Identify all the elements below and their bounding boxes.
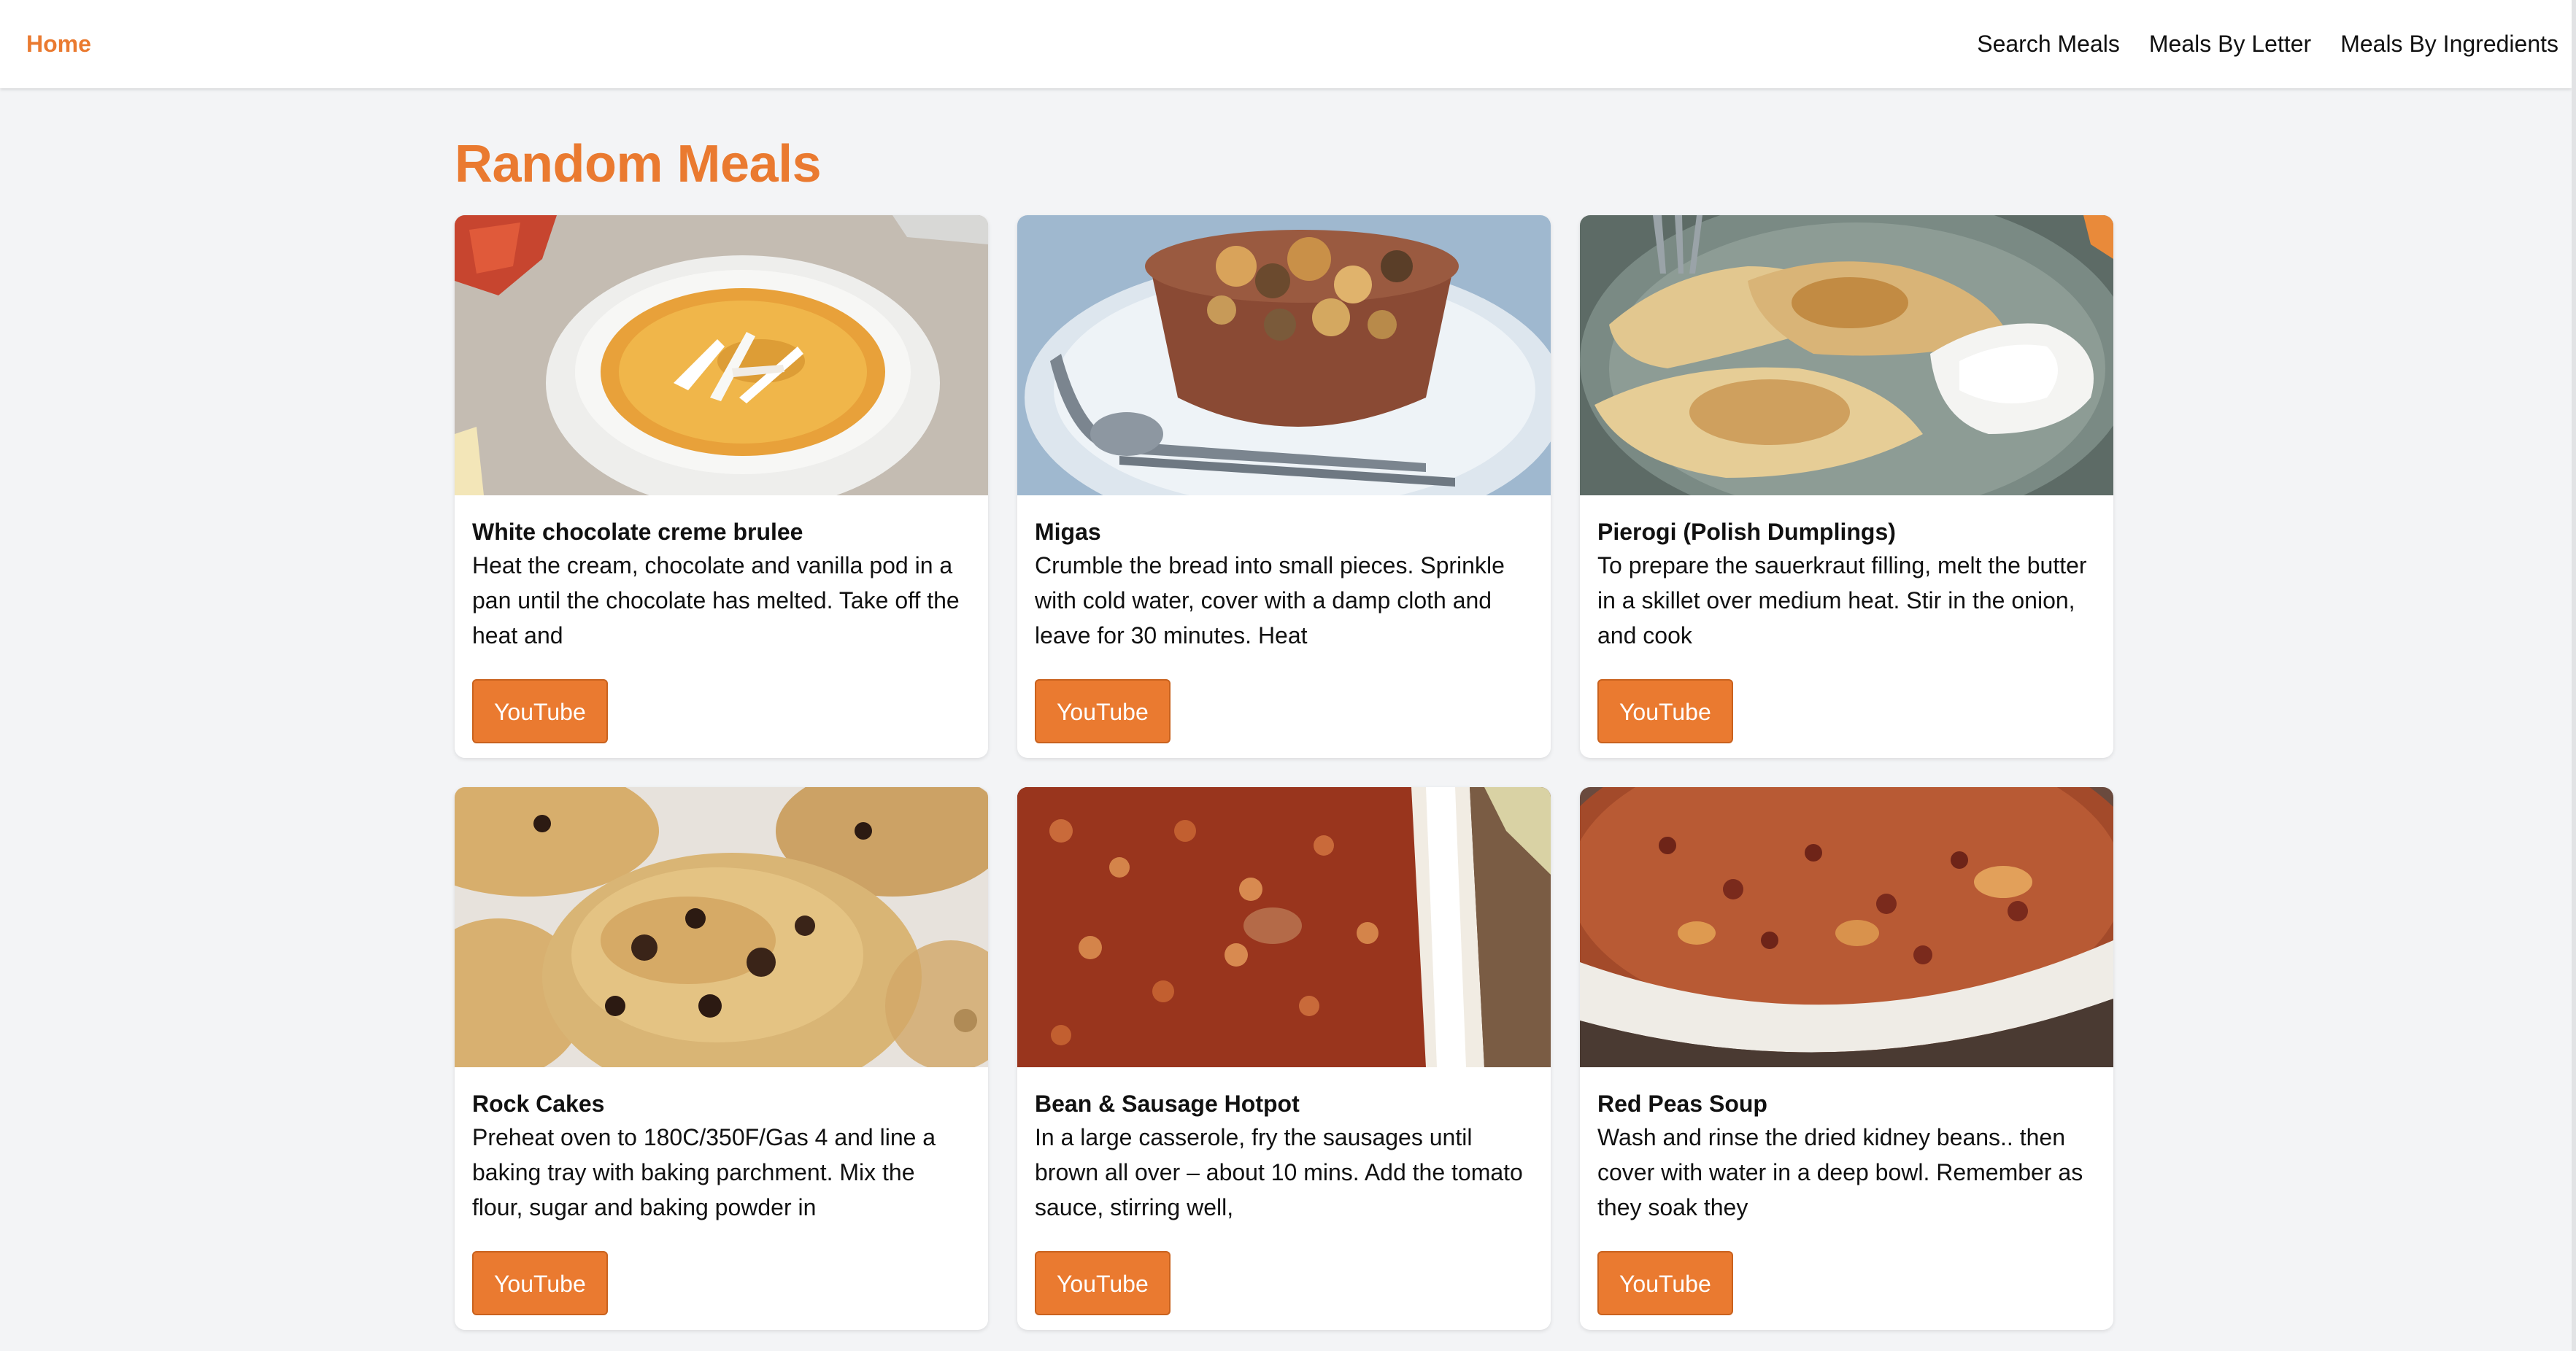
meal-title: Migas (1035, 519, 1101, 545)
nav-search-meals[interactable]: Search Meals (1977, 31, 2120, 58)
youtube-button[interactable]: YouTube (472, 679, 608, 743)
meal-grid: White chocolate creme brulee Heat the cr… (455, 215, 2114, 1330)
meal-image-migas[interactable] (1017, 215, 1551, 495)
top-navbar: Home Search Meals Meals By Letter Meals … (0, 0, 2572, 88)
page-title: Random Meals (455, 135, 822, 193)
card-body: Migas Crumble the bread into small piece… (1017, 495, 1551, 743)
meal-title: Pierogi (Polish Dumplings) (1597, 519, 1896, 545)
meal-description: In a large casserole, fry the sausages u… (1035, 1124, 1523, 1220)
youtube-button[interactable]: YouTube (1035, 679, 1171, 743)
meal-image-creme-brulee[interactable] (455, 215, 988, 495)
meal-image-rock-cakes[interactable] (455, 787, 988, 1067)
meal-card: Rock Cakes Preheat oven to 180C/350F/Gas… (455, 787, 988, 1330)
card-body: Rock Cakes Preheat oven to 180C/350F/Gas… (455, 1067, 988, 1315)
meal-description: Heat the cream, chocolate and vanilla po… (472, 552, 960, 649)
meal-description: Crumble the bread into small pieces. Spr… (1035, 552, 1505, 649)
card-body: Bean & Sausage Hotpot In a large cassero… (1017, 1067, 1551, 1315)
meal-title: White chocolate creme brulee (472, 519, 803, 545)
home-link[interactable]: Home (26, 31, 91, 58)
youtube-button[interactable]: YouTube (1597, 679, 1733, 743)
card-body: Pierogi (Polish Dumplings) To prepare th… (1580, 495, 2113, 743)
main-nav: Search Meals Meals By Letter Meals By In… (1977, 31, 2558, 58)
meal-card: Pierogi (Polish Dumplings) To prepare th… (1580, 215, 2113, 758)
meal-card: Migas Crumble the bread into small piece… (1017, 215, 1551, 758)
meal-description: To prepare the sauerkraut filling, melt … (1597, 552, 2087, 649)
youtube-button[interactable]: YouTube (1035, 1251, 1171, 1315)
meal-description: Preheat oven to 180C/350F/Gas 4 and line… (472, 1124, 936, 1220)
meal-image-bean-sausage-hotpot[interactable] (1017, 787, 1551, 1067)
main-content: Random Meals White chocolate creme brule… (455, 128, 2114, 1330)
card-body: Red Peas Soup Wash and rinse the dried k… (1580, 1067, 2113, 1315)
youtube-button[interactable]: YouTube (1597, 1251, 1733, 1315)
page-scrollbar[interactable] (2572, 0, 2576, 1351)
card-body: White chocolate creme brulee Heat the cr… (455, 495, 988, 743)
meal-card: White chocolate creme brulee Heat the cr… (455, 215, 988, 758)
meal-card: Bean & Sausage Hotpot In a large cassero… (1017, 787, 1551, 1330)
nav-meals-by-letter[interactable]: Meals By Letter (2149, 31, 2311, 58)
youtube-button[interactable]: YouTube (472, 1251, 608, 1315)
meal-image-red-peas-soup[interactable] (1580, 787, 2113, 1067)
meal-title: Bean & Sausage Hotpot (1035, 1091, 1300, 1117)
meal-title: Rock Cakes (472, 1091, 605, 1117)
meal-title: Red Peas Soup (1597, 1091, 1767, 1117)
meal-card: Red Peas Soup Wash and rinse the dried k… (1580, 787, 2113, 1330)
nav-meals-by-ingredients[interactable]: Meals By Ingredients (2340, 31, 2558, 58)
meal-image-pierogi[interactable] (1580, 215, 2113, 495)
meal-description: Wash and rinse the dried kidney beans.. … (1597, 1124, 2083, 1220)
